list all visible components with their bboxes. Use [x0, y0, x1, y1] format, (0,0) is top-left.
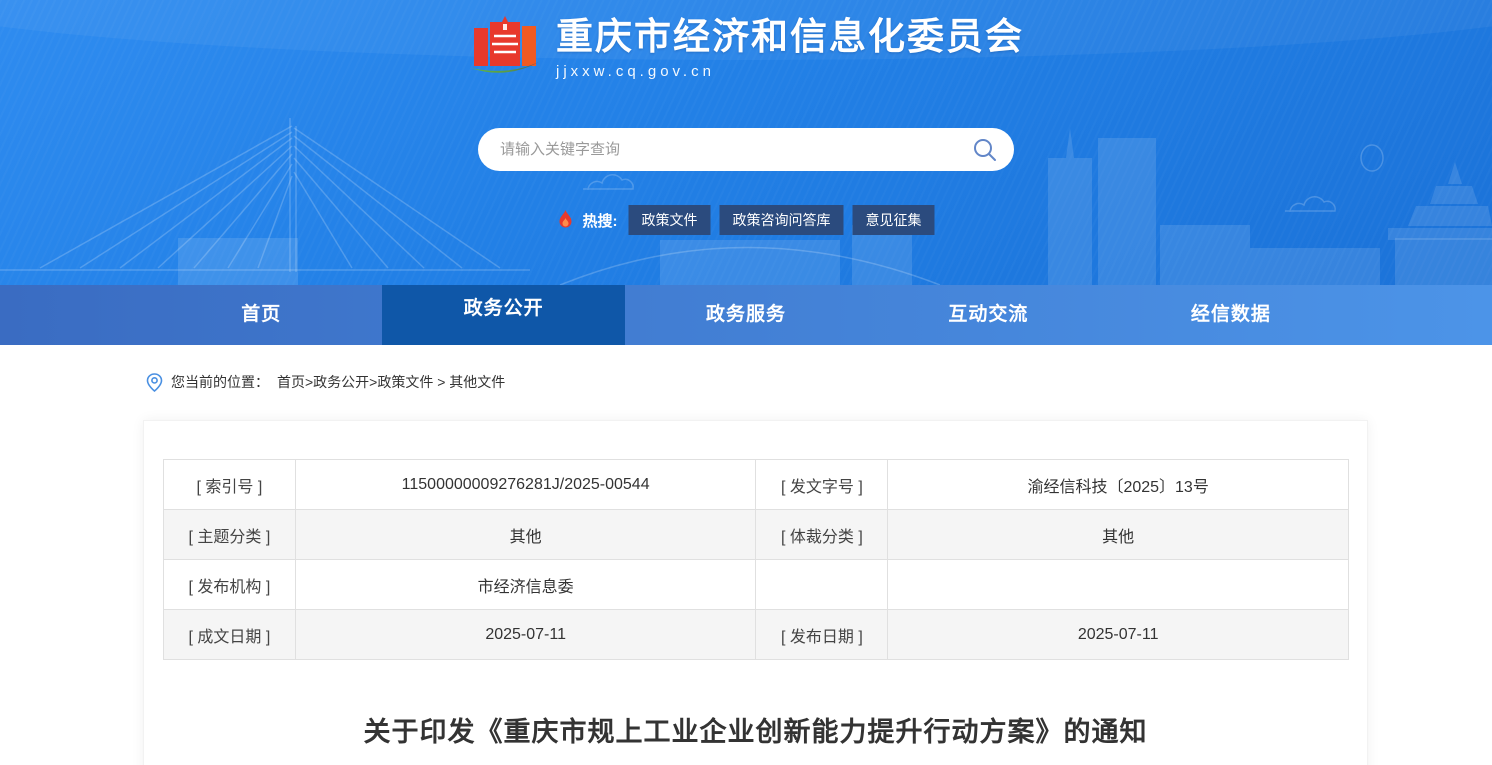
- breadcrumb-path[interactable]: 首页>政务公开>政策文件 > 其他文件: [277, 372, 505, 392]
- hot-search-label: 热搜:: [582, 212, 618, 230]
- meta-label-genre-category: [ 体裁分类 ]: [755, 509, 889, 560]
- meta-label-publish-date: [ 发布日期 ]: [755, 609, 889, 660]
- search-button[interactable]: [972, 137, 998, 163]
- nav-item-home[interactable]: 首页: [140, 285, 382, 345]
- hot-search-policy-files[interactable]: 政策文件: [628, 205, 711, 235]
- location-pin-icon: [146, 372, 163, 392]
- breadcrumb-prefix: 您当前的位置：: [171, 374, 269, 390]
- table-row: [ 成文日期 ] 2025-07-11 [ 发布日期 ] 2025-07-11: [163, 609, 1349, 660]
- site-title: 重庆市经济和信息化委员会: [556, 15, 1024, 57]
- nav-item-interaction[interactable]: 互动交流: [867, 285, 1109, 345]
- table-row: [ 索引号 ] 11500000009276281J/2025-00544 [ …: [163, 459, 1349, 510]
- table-row: [ 主题分类 ] 其他 [ 体裁分类 ] 其他: [163, 509, 1349, 560]
- meta-label-index-no: [ 索引号 ]: [163, 459, 296, 510]
- nav-item-gov-services[interactable]: 政务服务: [625, 285, 867, 345]
- site-url: jjxxw.cq.gov.cn: [556, 63, 715, 81]
- hot-search-qa-library[interactable]: 政策咨询问答库: [719, 205, 844, 235]
- flame-icon: [559, 210, 572, 228]
- document-card: [ 索引号 ] 11500000009276281J/2025-00544 [ …: [143, 420, 1368, 765]
- meta-value-doc-no: 渝经信科技〔2025〕13号: [887, 459, 1349, 510]
- search-input[interactable]: [500, 141, 972, 158]
- logo-icon: [471, 16, 539, 73]
- meta-label-empty: [755, 559, 889, 610]
- site-logo[interactable]: 重庆市经济和信息化委员会 jjxxw.cq.gov.cn: [468, 14, 1024, 82]
- meta-value-written-date: 2025-07-11: [294, 609, 757, 660]
- site-header: 重庆市经济和信息化委员会 jjxxw.cq.gov.cn 热搜: 政策文件 政策…: [0, 0, 1492, 285]
- search-bar: [478, 128, 1014, 171]
- breadcrumb: 您当前的位置： 首页>政务公开>政策文件 > 其他文件: [0, 345, 1492, 392]
- meta-value-index-no: 11500000009276281J/2025-00544: [294, 459, 757, 510]
- meta-label-doc-no: [ 发文字号 ]: [755, 459, 889, 510]
- nav-item-econ-data[interactable]: 经信数据: [1110, 285, 1352, 345]
- meta-value-empty: [887, 559, 1349, 610]
- meta-label-topic-category: [ 主题分类 ]: [163, 509, 296, 560]
- hot-search-row: 热搜: 政策文件 政策咨询问答库 意见征集: [558, 205, 935, 235]
- hot-search-opinion-collection[interactable]: 意见征集: [852, 205, 935, 235]
- meta-label-written-date: [ 成文日期 ]: [163, 609, 296, 660]
- article-title: 关于印发《重庆市规上工业企业创新能力提升行动方案》的通知: [363, 717, 1148, 747]
- main-nav: 首页 政务公开 政务服务 互动交流 经信数据: [0, 272, 1492, 345]
- meta-label-issuing-agency: [ 发布机构 ]: [163, 559, 296, 610]
- search-icon: [974, 138, 996, 161]
- table-row: [ 发布机构 ] 市经济信息委: [163, 559, 1349, 610]
- document-meta-table: [ 索引号 ] 11500000009276281J/2025-00544 [ …: [163, 459, 1349, 660]
- meta-value-issuing-agency: 市经济信息委: [294, 559, 757, 610]
- meta-value-topic-category: 其他: [294, 509, 757, 560]
- meta-value-publish-date: 2025-07-11: [887, 609, 1349, 660]
- meta-value-genre-category: 其他: [887, 509, 1349, 560]
